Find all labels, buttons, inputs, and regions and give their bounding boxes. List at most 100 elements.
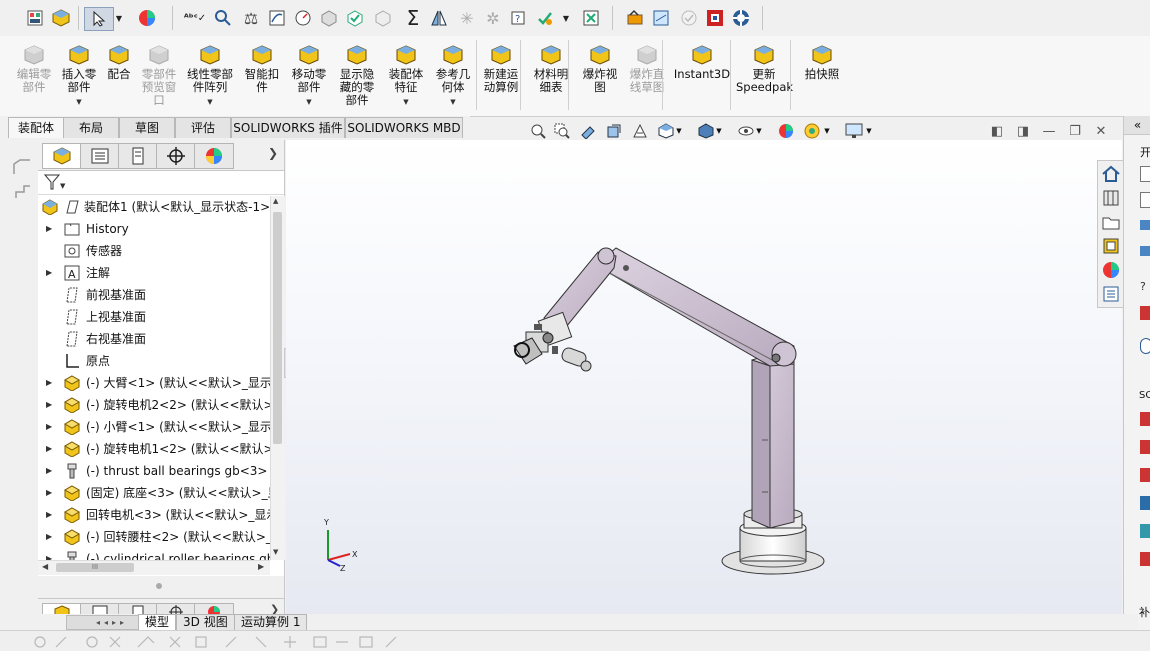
new-document-icon[interactable]	[1140, 166, 1150, 182]
symmetry-check-icon[interactable]	[428, 7, 450, 29]
displaymanager-tab[interactable]	[194, 143, 234, 169]
select-pointer-icon[interactable]	[84, 7, 114, 31]
help-question-icon[interactable]: ?	[1140, 280, 1146, 293]
rebuild-icon[interactable]	[50, 7, 72, 29]
window-close-icon[interactable]: ✕	[1092, 123, 1110, 141]
configurationmanager-tab[interactable]	[118, 143, 158, 169]
view-orientation-dropdown-icon[interactable]: ▼	[674, 121, 684, 141]
ribbon-button-linear-pattern[interactable]: 线性零部 件阵列 ▼	[184, 42, 236, 109]
apply-scene-icon[interactable]	[802, 121, 822, 141]
ribbon-button-show-hidden-components[interactable]: 显示隐 藏的零 部件	[334, 42, 380, 107]
expand-arrow-icon[interactable]: ▶	[46, 218, 52, 240]
geometry-analysis-icon[interactable]: ✲	[482, 7, 504, 29]
tree-horizontal-scrollbar[interactable]: ◀ III ▶	[38, 560, 270, 575]
view-palette-icon[interactable]	[1101, 236, 1121, 256]
tab-evaluate[interactable]: 评估	[175, 117, 231, 138]
mass-properties-icon[interactable]: ⚖	[240, 7, 262, 29]
ribbon-dropdown-arrow-icon[interactable]: ▼	[56, 96, 102, 109]
tab-assembly[interactable]: 装配体	[8, 117, 64, 138]
tree-root-assembly[interactable]: 装配体1 (默认<默认_显示状态-1>	[38, 196, 270, 218]
tab-model[interactable]: 模型	[138, 614, 177, 631]
filter-funnel-icon[interactable]: ▼	[43, 173, 66, 194]
tree-item[interactable]: 上视基准面	[38, 306, 270, 328]
sensor-gauge-icon[interactable]	[292, 7, 314, 29]
ribbon-button-exploded-view[interactable]: 爆炸视 图	[578, 42, 622, 94]
featuremanager-tab[interactable]	[42, 143, 82, 169]
scroll-up-arrow-icon[interactable]: ▲	[273, 197, 278, 205]
ribbon-button-smart-fasteners[interactable]: 智能扣 件	[240, 42, 284, 94]
ribbon-button-insert-components[interactable]: 插入零 部件 ▼	[56, 42, 102, 109]
ribbon-button-instant3d[interactable]: Instant3D	[672, 42, 732, 81]
tree-item[interactable]: ▶ (-) 旋转电机1<2> (默认<<默认>_显	[38, 438, 270, 460]
sw-resource-icon-6[interactable]	[1140, 552, 1150, 566]
more-dropdown-icon[interactable]: ▼	[560, 7, 572, 29]
tab-layout[interactable]: 布局	[63, 117, 119, 138]
check-entity-icon[interactable]: ✳	[456, 7, 478, 29]
view-orientation-icon[interactable]	[656, 121, 676, 141]
help-lifebuoy-icon[interactable]	[730, 7, 752, 29]
ribbon-dropdown-arrow-icon[interactable]: ▼	[384, 96, 428, 109]
panel-splitter[interactable]	[38, 576, 284, 598]
appearance-icon[interactable]	[136, 7, 158, 29]
sw-resource-icon-2[interactable]	[1140, 440, 1150, 454]
task-pane-collapse-icon[interactable]: «	[1124, 116, 1150, 135]
ribbon-button-mate-paperclip[interactable]: 配合	[104, 42, 134, 81]
tab-motion-study-1[interactable]: 运动算例 1	[234, 614, 308, 631]
robot-arm-model[interactable]	[286, 140, 1122, 614]
compare-documents-icon[interactable]	[580, 7, 602, 29]
tree-item[interactable]: ▶ (-) 小臂<1> (默认<<默认>_显示状	[38, 416, 270, 438]
tree-item[interactable]: ▶ A 注解	[38, 262, 270, 284]
sw-resource-icon-4[interactable]	[1140, 496, 1150, 510]
check-circle-icon[interactable]	[678, 7, 700, 29]
info-icon[interactable]	[1140, 338, 1150, 354]
sw-resource-icon-1[interactable]	[1140, 412, 1150, 426]
dynamic-annotation-icon[interactable]	[630, 121, 650, 141]
window-tile-right-icon[interactable]: ◨	[1014, 123, 1032, 141]
expand-arrow-icon[interactable]: ▶	[46, 372, 52, 394]
tree-item[interactable]: ▶ (-) thrust ball bearings gb<3> (默	[38, 460, 270, 482]
ribbon-button-component-preview[interactable]: 零部件 预览窗 口	[136, 42, 182, 107]
expand-arrow-icon[interactable]: ▶	[46, 526, 52, 548]
resource-icon[interactable]	[1140, 306, 1150, 320]
toolbox-icon[interactable]	[624, 7, 646, 29]
scroll-down-arrow-icon[interactable]: ▼	[273, 548, 278, 556]
expand-arrow-icon[interactable]: ▶	[46, 504, 52, 526]
sketch-line-icon[interactable]	[14, 184, 32, 203]
tree-item[interactable]: ▶ (-) 旋转电机2<2> (默认<<默认>_显	[38, 394, 270, 416]
ribbon-button-new-motion-study[interactable]: 新建运 动算例	[478, 42, 524, 94]
ribbon-button-take-snapshot[interactable]: 拍快照	[800, 42, 844, 81]
learn-icon[interactable]	[1140, 220, 1150, 230]
home-icon[interactable]	[1101, 164, 1121, 184]
scroll-left-arrow-icon[interactable]: ◀	[42, 562, 48, 571]
zoom-to-area-icon[interactable]	[552, 121, 572, 141]
clearance-icon[interactable]	[344, 7, 366, 29]
ribbon-button-explode-line-sketch[interactable]: 爆炸直 线草图	[624, 42, 670, 94]
tutorial-icon[interactable]	[1140, 246, 1150, 256]
expand-arrow-icon[interactable]: ▶	[46, 394, 52, 416]
hide-show-items-icon[interactable]	[736, 121, 756, 141]
section-properties-icon[interactable]	[266, 7, 288, 29]
display-style-icon[interactable]	[696, 121, 716, 141]
apply-scene-dropdown-icon[interactable]: ▼	[822, 121, 832, 141]
spell-check-icon[interactable]: ᴬᵇᶜ✓	[184, 7, 206, 29]
ribbon-button-assembly-features[interactable]: 装配体 特征 ▼	[384, 42, 428, 109]
hide-show-dropdown-icon[interactable]: ▼	[754, 121, 764, 141]
previous-view-icon[interactable]	[578, 121, 598, 141]
hole-alignment-icon[interactable]	[372, 7, 394, 29]
tree-item[interactable]: ▶ (-) 回转腰柱<2> (默认<<默认>_显示	[38, 526, 270, 548]
design-library-icon[interactable]	[1101, 188, 1121, 208]
panel-expand-chevron-icon[interactable]: ❯	[268, 146, 278, 160]
tree-item[interactable]: 传感器	[38, 240, 270, 262]
options-icon[interactable]	[24, 7, 46, 29]
measure-icon[interactable]	[212, 7, 234, 29]
expand-arrow-icon[interactable]: ▶	[46, 460, 52, 482]
view-settings-monitor-icon[interactable]	[844, 121, 864, 141]
tree-item[interactable]: ▶ History	[38, 218, 270, 240]
appearances-scenes-icon[interactable]	[1101, 260, 1121, 280]
scroll-right-arrow-icon[interactable]: ▶	[258, 562, 264, 571]
expand-arrow-icon[interactable]: ▶	[46, 416, 52, 438]
ribbon-dropdown-arrow-icon[interactable]: ▼	[286, 96, 332, 109]
tab-sketch[interactable]: 草图	[119, 117, 175, 138]
expand-arrow-icon[interactable]: ▶	[46, 262, 52, 284]
tree-item[interactable]: 前视基准面	[38, 284, 270, 306]
